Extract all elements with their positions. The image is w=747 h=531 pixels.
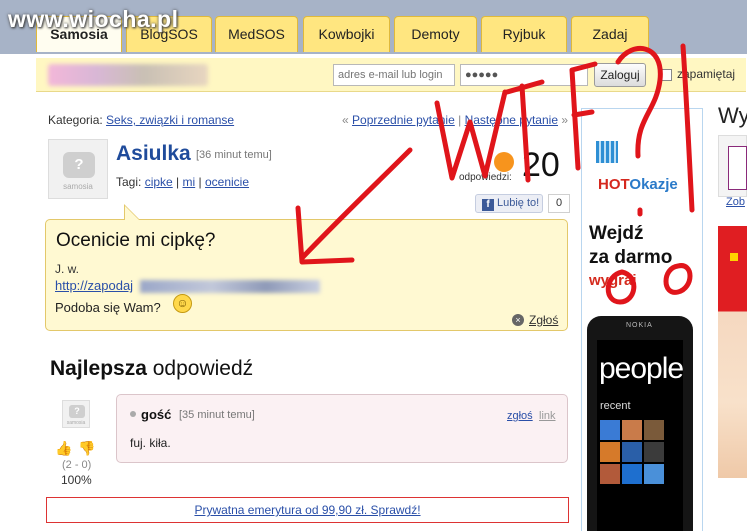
best-answer-heading-bold: Najlepsza	[50, 357, 147, 380]
remember-label: zapamiętaj	[677, 67, 736, 81]
tab-label: MedSOS	[228, 26, 285, 42]
tag-link[interactable]: mi	[183, 175, 196, 189]
avatar-label: samosia	[66, 420, 86, 426]
answer-user: gość	[141, 407, 172, 422]
page: Samosia BlogSOS MedSOS Kowbojki Demoty R…	[0, 0, 747, 531]
far-right-link[interactable]: Zob	[726, 196, 745, 208]
phone-tile	[622, 464, 642, 484]
close-circle-icon: ×	[512, 314, 524, 326]
answer-avatar[interactable]: ? samosia	[62, 400, 90, 428]
prev-question-link[interactable]: Poprzednie pytanie	[352, 113, 455, 127]
question-pager: « Poprzednie pytanie | Następne pytanie …	[342, 113, 568, 127]
speech-bubble-icon: ?	[63, 152, 95, 178]
question-box-tail-fill	[125, 206, 139, 220]
question-time: [36 minut temu]	[196, 149, 272, 161]
top-tab-bar: Samosia BlogSOS MedSOS Kowbojki Demoty R…	[0, 0, 747, 54]
tab-ryjbuk[interactable]: Ryjbuk	[481, 16, 567, 52]
avatar[interactable]: ? samosia	[48, 139, 108, 199]
phone-tile	[644, 442, 664, 462]
ad-headline: Wejdź za darmo	[589, 222, 672, 270]
report-answer-link[interactable]: zgłoś	[507, 410, 533, 422]
next-question-link[interactable]: Następne pytanie	[465, 113, 558, 127]
tab-kowbojki[interactable]: Kowbojki	[303, 16, 390, 52]
tag-link[interactable]: cipke	[145, 175, 173, 189]
thumbs-down-icon[interactable]: 👎	[78, 440, 95, 456]
answer-permalink[interactable]: link	[539, 410, 556, 422]
remember-checkbox[interactable]	[660, 69, 672, 81]
phone-tile	[600, 464, 620, 484]
ad-cta[interactable]: wygraj	[589, 272, 637, 289]
phone-tile	[644, 464, 664, 484]
far-right-ad[interactable]	[718, 226, 747, 478]
login-password-input[interactable]	[460, 64, 588, 86]
pager-separator: |	[458, 113, 462, 127]
question-body: Podoba się Wam?	[55, 300, 161, 315]
answers-count: 20	[522, 146, 560, 184]
pager-left-arrow: «	[342, 113, 349, 127]
best-answer-heading: Najlepsza odpowiedź	[50, 357, 253, 381]
answers-bubble-icon	[494, 152, 514, 172]
facebook-icon: f	[482, 199, 494, 211]
login-email-input[interactable]	[333, 64, 455, 86]
like-count: 0	[548, 194, 570, 213]
phone-tile	[622, 442, 642, 462]
question-author[interactable]: Asiulka	[116, 142, 191, 166]
far-right-heading: Wy	[718, 103, 747, 128]
blurred-logo	[48, 64, 208, 86]
tab-label: Demoty	[411, 26, 460, 42]
breadcrumb-prefix: Kategoria:	[48, 113, 103, 127]
phone-tile	[600, 420, 620, 440]
thumbs-up-icon[interactable]: 👍	[55, 440, 72, 456]
answers-label: odpowiedzi:	[459, 172, 512, 183]
speech-bubble-icon: ?	[69, 405, 85, 418]
question-author-line: J. w.	[55, 262, 80, 276]
best-answer-heading-rest: odpowiedź	[152, 357, 254, 380]
tab-label: Kowbojki	[318, 26, 375, 42]
breadcrumb: Kategoria: Seks, związki i romanse	[48, 113, 234, 127]
question-link[interactable]: http://zapodaj	[55, 278, 133, 293]
tag-link[interactable]: ocenicie	[205, 175, 249, 189]
tab-zadaj[interactable]: Zadaj	[571, 16, 649, 52]
login-button[interactable]: Zaloguj	[594, 63, 646, 87]
far-right-thumbnail-frame	[728, 146, 747, 190]
ad-banner-link[interactable]: Prywatna emerytura od 99,90 zł. Sprawdź!	[194, 503, 420, 517]
site-watermark: www.wiocha.pl	[8, 6, 179, 32]
like-label: Lubię to!	[497, 197, 540, 209]
phone-subtitle: recent	[600, 400, 631, 412]
phone-tile	[644, 420, 664, 440]
answer-time: [35 minut temu]	[179, 409, 255, 421]
phone-title: people	[599, 352, 684, 385]
category-link[interactable]: Seks, związki i romanse	[106, 113, 234, 127]
tab-label: Ryjbuk	[502, 26, 546, 42]
smiley-icon: ☺	[173, 294, 192, 313]
answer-text: fuj. kiła.	[130, 436, 171, 450]
avatar-label: samosia	[63, 182, 93, 191]
blurred-link-text	[140, 280, 320, 293]
ad-banner: Prywatna emerytura od 99,90 zł. Sprawdź!	[46, 497, 569, 523]
phone-brand: NOKIA	[626, 322, 653, 329]
tab-medsos[interactable]: MedSOS	[215, 16, 298, 52]
ad-headline-line-1: Wejdź	[589, 223, 644, 244]
answer-box	[116, 394, 568, 463]
phone-tile	[600, 442, 620, 462]
like-button[interactable]: f Lubię to!	[475, 194, 543, 213]
tab-label: Zadaj	[592, 26, 628, 42]
far-right-ad-accent	[730, 253, 738, 261]
pager-right-arrow: »	[561, 113, 569, 127]
ad-brand-b: Okazje	[629, 176, 678, 193]
tags: Tagi: cipke | mi | ocenicie	[116, 175, 250, 189]
vote-tally: (2 - 0)	[62, 459, 92, 471]
ad-brand-a: HOT	[598, 176, 630, 193]
vote-percent: 100%	[61, 473, 92, 487]
phone-tile	[622, 420, 642, 440]
status-dot-icon	[130, 411, 136, 417]
tags-label: Tagi:	[116, 175, 142, 189]
report-question-link[interactable]: Zgłoś	[529, 313, 558, 327]
qr-code-icon	[596, 141, 618, 163]
ad-headline-line-2: za darmo	[589, 247, 673, 268]
ad-brand: HOTOkazje	[598, 176, 678, 193]
login-bar: Zaloguj zapamiętaj	[36, 58, 746, 92]
question-title: Ocenicie mi cipkę?	[56, 230, 216, 251]
tab-demoty[interactable]: Demoty	[394, 16, 477, 52]
